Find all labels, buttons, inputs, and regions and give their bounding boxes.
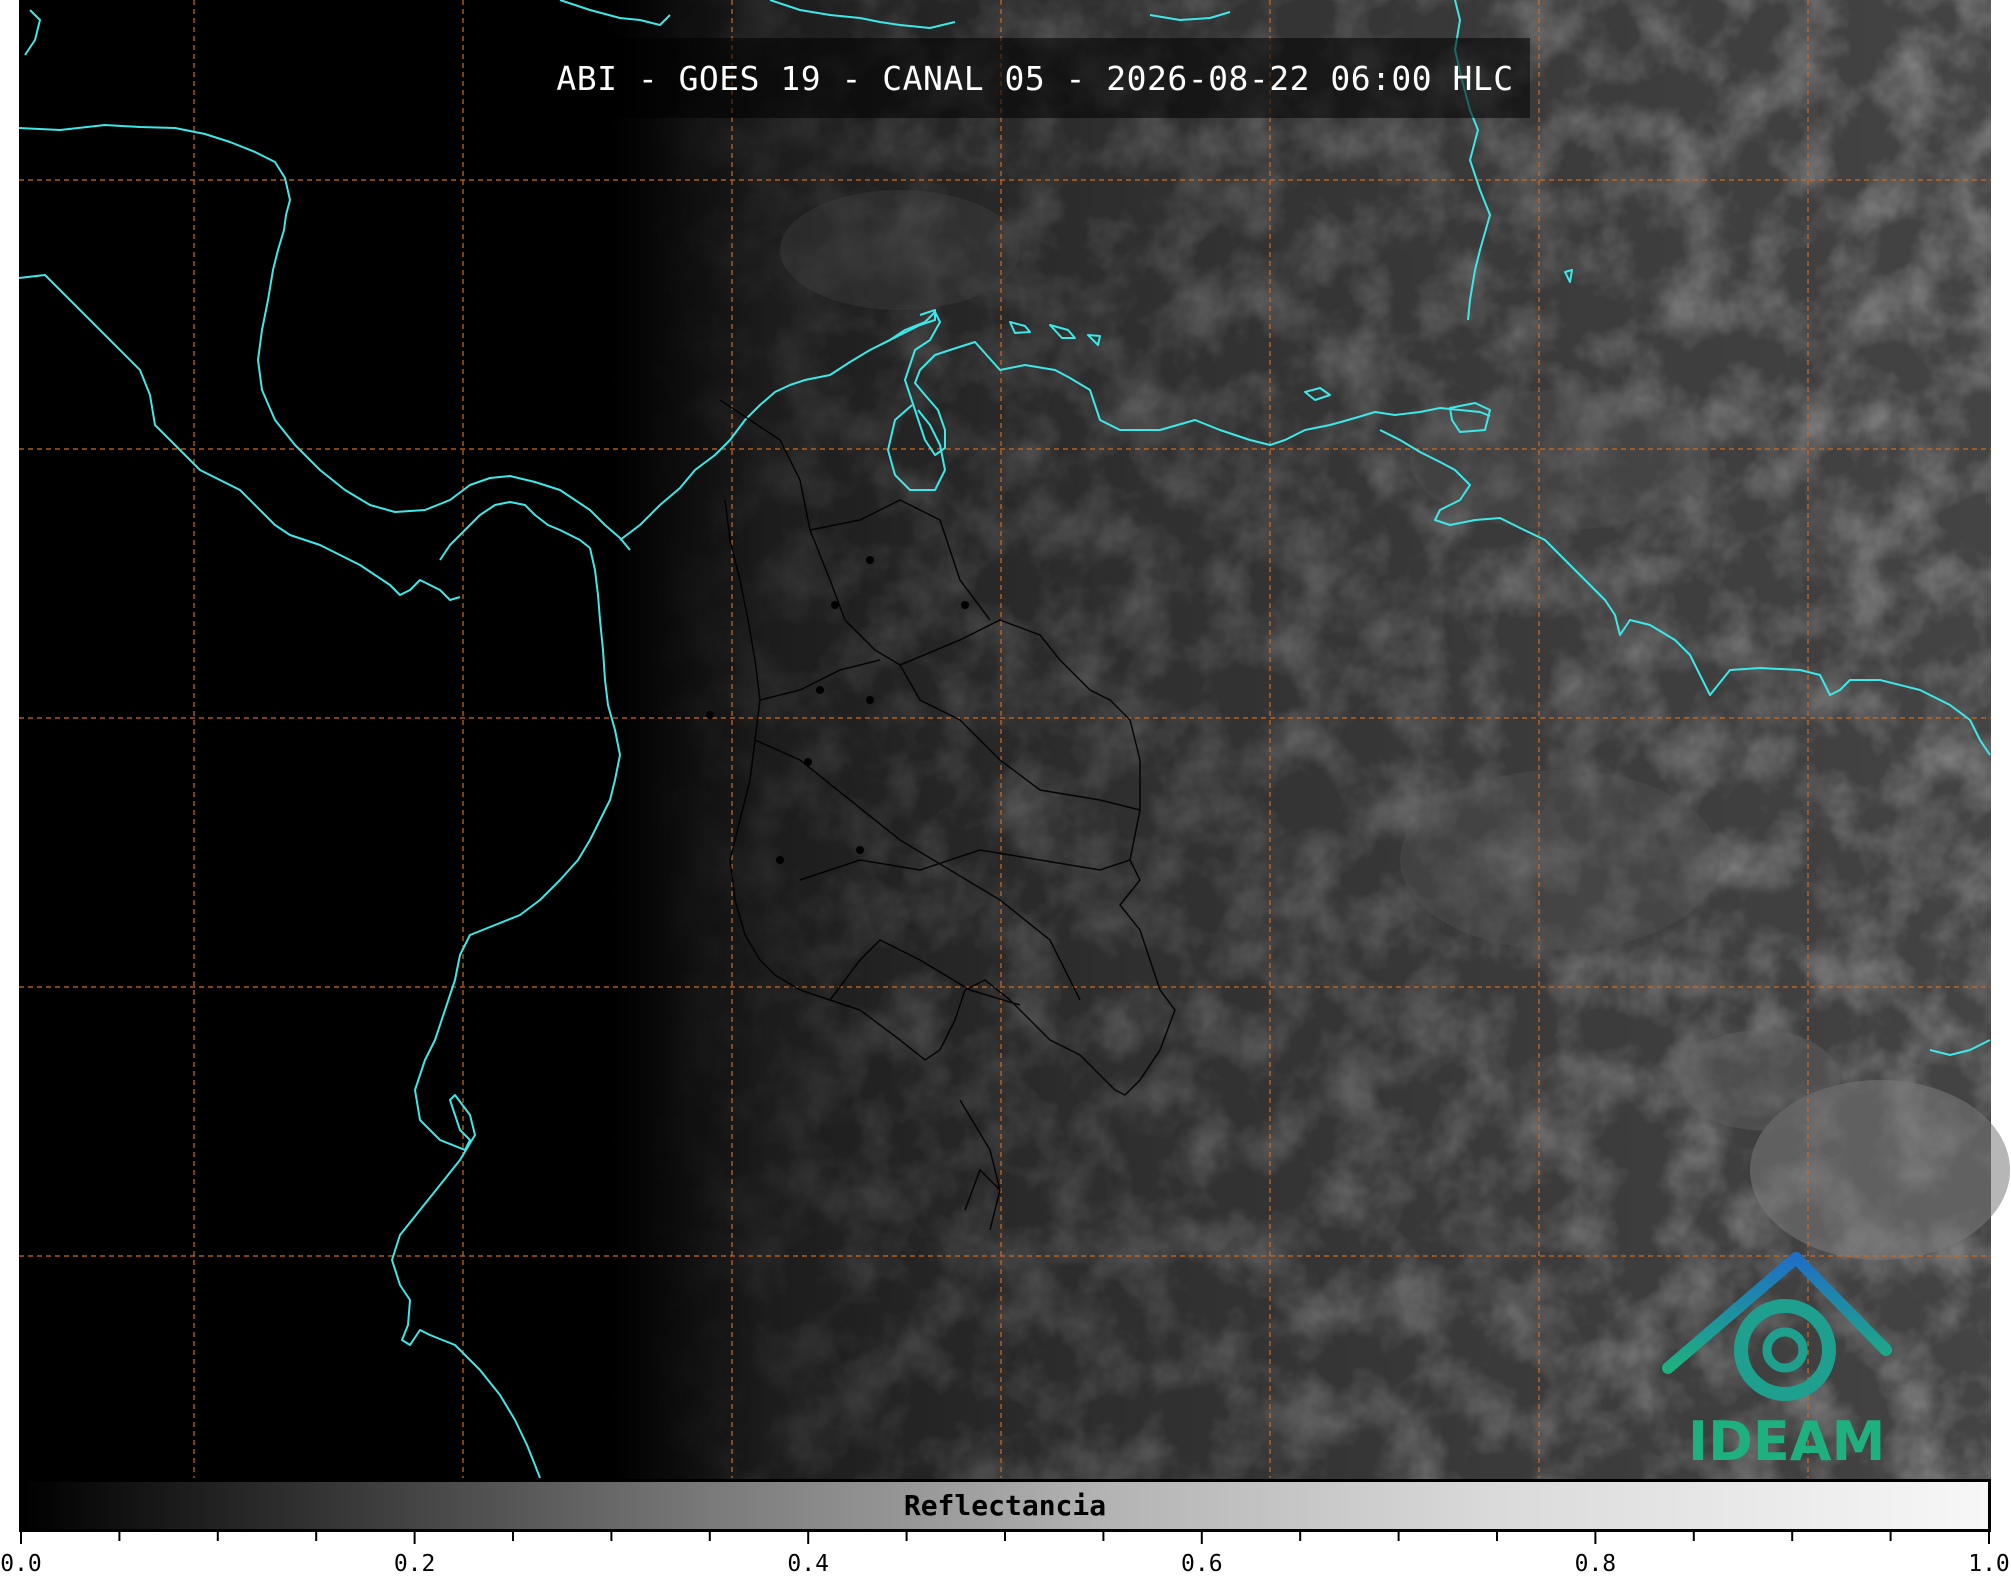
colorbar-tick-label: 1.0 [1968,1551,2010,1577]
colorbar: Reflectancia [19,1479,1991,1532]
colorbar-tick-label: 0.0 [0,1551,42,1577]
colorbar-tick-label: 0.8 [1574,1551,1617,1577]
colorbar-tick-label: 0.4 [787,1551,829,1577]
cloud-mass [780,190,1020,310]
logo-text: IDEAM [1688,1410,1886,1473]
title-banner: ABI - GOES 19 - CANAL 05 - 2026-08-22 06… [540,38,1530,118]
map-title: ABI - GOES 19 - CANAL 05 - 2026-08-22 06… [556,58,1514,98]
satellite-map [18,0,2010,1544]
cloud-mass [1410,390,1710,530]
colorbar-tick-label: 0.2 [393,1551,436,1577]
satellite-figure: ABI - GOES 19 - CANAL 05 - 2026-08-22 06… [0,0,2011,1577]
colorbar-tick-label: 0.6 [1181,1551,1223,1577]
colorbar-label: Reflectancia [903,1489,1107,1522]
colorbar-ticks [20,1532,1990,1544]
cloud-mass [1680,1030,1840,1130]
cloud-mass [1400,770,1720,950]
